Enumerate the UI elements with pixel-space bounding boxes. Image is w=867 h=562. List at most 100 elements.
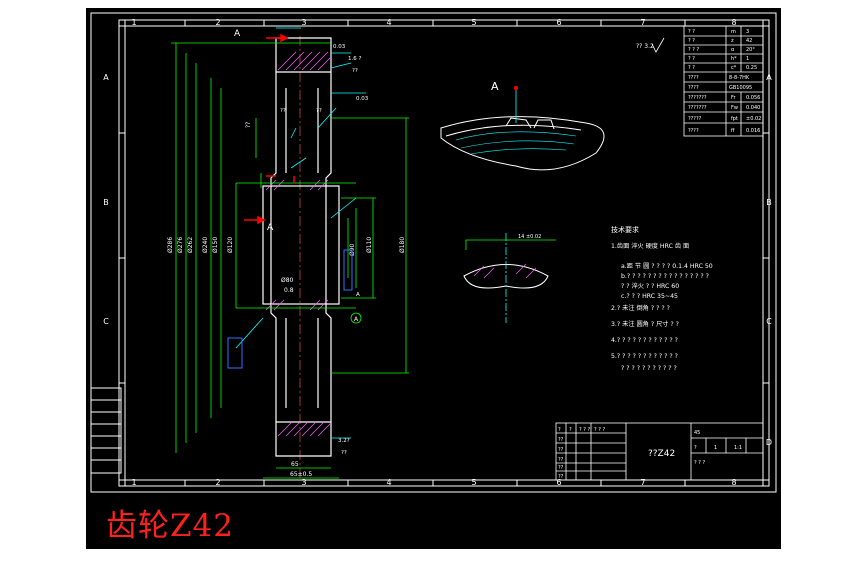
svg-text:±0.02: ±0.02 (746, 116, 761, 122)
tech-line-9: 5.? ? ? ? ? ? ? ? ? ? ? ? (611, 353, 678, 360)
svg-text:? ?: ? ? (688, 56, 695, 62)
section-label-a-top: A (234, 29, 241, 39)
tech-heading: 技术要求 (611, 225, 639, 234)
dimension-lines (171, 42, 409, 479)
keyway-dim-text: 14 ±0.02 (518, 234, 541, 240)
col-label-5-bottom: 5 (471, 478, 476, 487)
svg-text:Ø120: Ø120 (227, 237, 234, 253)
svg-text:c*: c* (731, 65, 737, 71)
svg-text:? ? ?: ? ? ? (688, 47, 699, 53)
svg-text:? ? ?: ? ? ? (594, 427, 605, 433)
leader-lines (235, 27, 366, 439)
tech-line-10: ? ? ? ? ? ? ? ? ? ? ? (621, 365, 677, 372)
svg-text:??: ?? (280, 108, 286, 114)
tech-line-3: b.? ? ? ? ? ? ? ? ? ? ? ? ? ? ? ? (621, 273, 709, 280)
svg-text:Ø150: Ø150 (212, 237, 219, 253)
svg-text:????: ???? (688, 85, 699, 91)
svg-text:??: ?? (558, 447, 564, 453)
svg-text:m: m (731, 29, 736, 35)
tooth-profile-hatch (455, 131, 577, 155)
svg-text:???????: ??????? (688, 95, 707, 101)
col-label-8-bottom: 8 (731, 478, 736, 487)
svg-text:0.03: 0.03 (356, 96, 369, 102)
col-label-2-bottom: 2 (215, 478, 220, 487)
tooth-profile-detail (440, 116, 605, 171)
col-label-7: 7 (640, 18, 645, 27)
col-label-5: 5 (471, 18, 476, 27)
svg-text:65±0.5: 65±0.5 (290, 471, 312, 478)
svg-text:??: ?? (558, 474, 564, 480)
row-labels: A B C A B C D (103, 73, 772, 447)
col-label-7-bottom: 7 (640, 478, 645, 487)
drawing-sheet: 1 2 3 4 5 6 7 8 1 2 3 4 5 6 7 8 A B C A … (86, 8, 781, 549)
svg-text:????: ???? (688, 128, 699, 134)
drawing-caption: 齿轮Z42 (106, 508, 234, 544)
svg-text:Ø286: Ø286 (167, 237, 174, 253)
svg-text:45: 45 (694, 430, 700, 436)
keyway-callout-box (227, 337, 243, 369)
svg-text:z: z (731, 38, 734, 44)
svg-text:0.016: 0.016 (746, 128, 760, 134)
tech-line-4: ? ? 淬火 ? ? HRC 60 (621, 282, 679, 290)
keyway-hatch (473, 263, 537, 279)
svg-text:3: 3 (746, 29, 749, 35)
tech-line-8: 4.? ? ? ? ? ? ? ? ? ? ? ? (611, 337, 678, 344)
svg-text:42: 42 (746, 38, 752, 44)
svg-text:fpt: fpt (731, 116, 738, 122)
column-labels: 1 2 3 4 5 6 7 8 1 2 3 4 5 6 7 8 (131, 18, 736, 487)
svg-text:Ø110: Ø110 (366, 237, 373, 253)
svg-text:Ø80: Ø80 (281, 277, 294, 284)
row-label-a-right: A (766, 73, 772, 82)
svg-text:0.03: 0.03 (333, 44, 346, 50)
svg-text:GB10095: GB10095 (729, 85, 752, 91)
general-roughness-note: ?? 3.2 (636, 43, 654, 50)
svg-text:20°: 20° (746, 47, 755, 53)
row-label-c: C (103, 317, 109, 326)
svg-text:α: α (731, 47, 735, 53)
tech-line-7: 3.? 未注 圆角 ? 尺寸 ? ? (611, 320, 679, 328)
col-label-4-bottom: 4 (386, 478, 391, 487)
svg-text:??: ?? (558, 465, 564, 471)
tech-requirements: 技术要求 1.齿面 淬火 硬度 HRC 齿 面 a.距 节 圆 ? ? ? ? … (611, 225, 713, 372)
section-label-a-side: A (267, 223, 274, 233)
svg-text:? ? ?: ? ? ? (579, 427, 590, 433)
row-label-b: B (103, 198, 109, 207)
svg-text:A: A (356, 292, 360, 298)
svg-text:??: ?? (341, 450, 347, 456)
svg-text:8-8-7HK: 8-8-7HK (729, 75, 750, 81)
col-label-6: 6 (556, 18, 561, 27)
svg-text:h*: h* (731, 56, 737, 62)
svg-text:Ø262: Ø262 (187, 237, 194, 253)
svg-text:0.25: 0.25 (746, 65, 757, 71)
svg-text:?: ? (569, 427, 572, 433)
col-label-3-bottom: 3 (301, 478, 306, 487)
row-label-d-right: D (766, 438, 772, 447)
svg-text:Ø240: Ø240 (202, 237, 209, 253)
tech-line-2: a.距 节 圆 ? ? ? ? 0.1.4 HRC 50 (621, 262, 713, 270)
svg-text:1: 1 (714, 445, 717, 451)
tech-line-1: 1.齿面 淬火 硬度 HRC 齿 面 (611, 242, 689, 250)
svg-text:?: ? (558, 427, 561, 433)
tech-line-6: 2.? 未注 倒角 ? ? ? ? (611, 304, 670, 312)
svg-text:0.056: 0.056 (746, 95, 760, 101)
svg-text:?????: ????? (688, 116, 702, 122)
svg-text:1.6 ?: 1.6 ? (348, 56, 361, 62)
svg-text:? ?: ? ? (688, 29, 695, 35)
svg-text:65: 65 (291, 461, 299, 468)
svg-text:????: ???? (688, 75, 699, 81)
svg-text:ff: ff (731, 128, 735, 134)
svg-text:0.8: 0.8 (284, 287, 294, 294)
svg-text:???????: ??????? (688, 105, 707, 111)
col-label-1: 1 (131, 18, 136, 27)
col-label-4: 4 (386, 18, 391, 27)
svg-text:?: ? (694, 445, 697, 451)
svg-text:Ø180: Ø180 (399, 237, 406, 253)
row-label-c-right: C (766, 317, 772, 326)
svg-text:? ?: ? ? (688, 38, 695, 44)
svg-text:Ø276: Ø276 (177, 237, 184, 253)
detail-view-label: A (491, 80, 499, 93)
svg-text:? ? ?: ? ? ? (694, 460, 705, 466)
col-label-1-bottom: 1 (131, 478, 136, 487)
svg-text:Fw: Fw (731, 105, 738, 111)
svg-text:0.040: 0.040 (746, 105, 760, 111)
